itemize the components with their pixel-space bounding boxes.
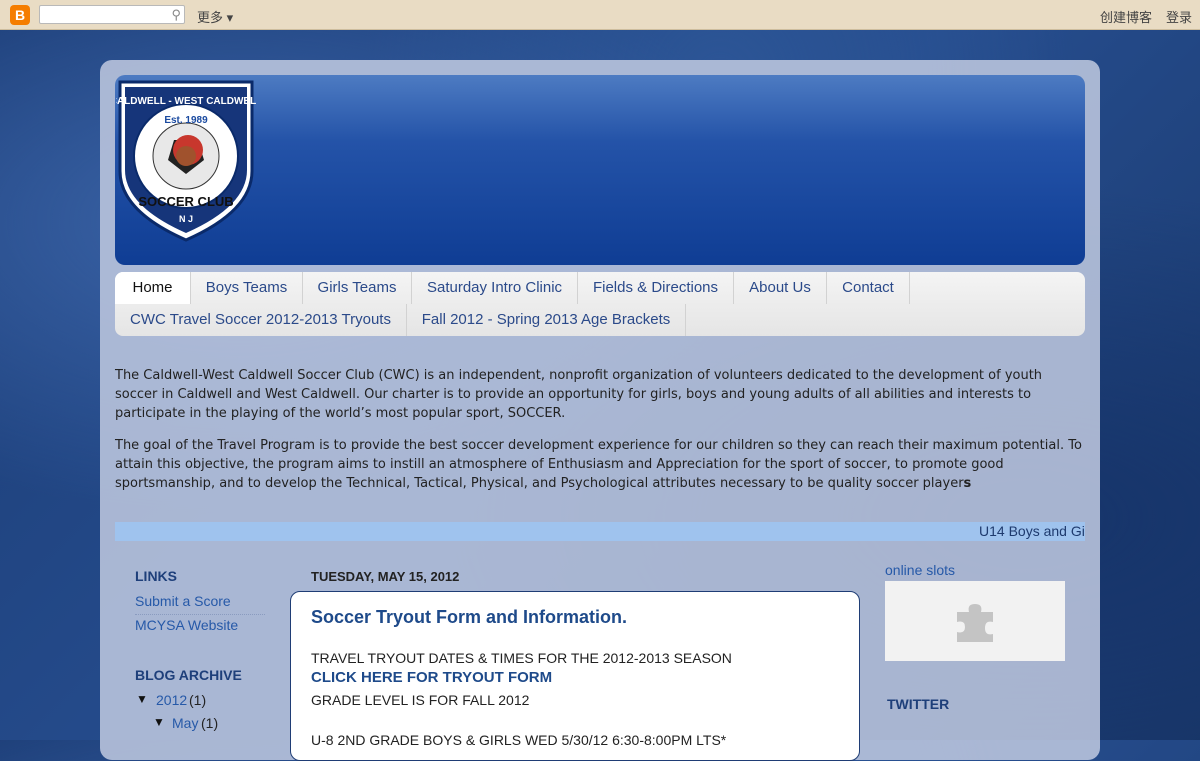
tab-about-us[interactable]: About Us xyxy=(734,272,827,304)
blog-archive-heading: BLOG ARCHIVE xyxy=(135,667,242,683)
post-line-grade-level: GRADE LEVEL IS FOR FALL 2012 xyxy=(311,692,530,708)
blog-header xyxy=(115,75,1085,265)
club-description: The Caldwell-West Caldwell Soccer Club (… xyxy=(115,366,1083,506)
archive-year-toggle-icon[interactable]: ▼ xyxy=(136,692,148,706)
link-submit-score[interactable]: Submit a Score xyxy=(135,593,231,609)
tryout-form-link[interactable]: CLICK HERE FOR TRYOUT FORM xyxy=(311,669,552,686)
post-line-u8: U-8 2ND GRADE BOYS & GIRLS WED 5/30/12 6… xyxy=(311,732,727,748)
post-title[interactable]: Soccer Tryout Form and Information. xyxy=(311,607,627,628)
crest-text-bottom: SOCCER CLUB xyxy=(138,194,233,209)
links-divider xyxy=(135,614,265,615)
archive-month-may[interactable]: May xyxy=(172,715,198,731)
crest-nj: N J xyxy=(179,214,193,224)
intro-paragraph-2: The goal of the Travel Program is to pro… xyxy=(115,436,1083,493)
tab-girls-teams[interactable]: Girls Teams xyxy=(303,272,412,304)
tab-saturday-intro-clinic[interactable]: Saturday Intro Clinic xyxy=(412,272,578,304)
online-slots-link[interactable]: online slots xyxy=(885,562,955,578)
tab-boys-teams[interactable]: Boys Teams xyxy=(191,272,303,304)
blogger-navbar: B ⚲ 更多 ▾ 创建博客 登录 xyxy=(0,0,1200,30)
intro-paragraph-2-bold: s xyxy=(963,476,972,491)
puzzle-piece-icon xyxy=(957,604,993,642)
crest-text-top: CALDWELL - WEST CALDWELL xyxy=(116,96,256,107)
tab-travel-tryouts[interactable]: CWC Travel Soccer 2012-2013 Tryouts xyxy=(115,304,407,336)
more-menu[interactable]: 更多 ▾ xyxy=(197,7,233,26)
tab-fields-directions[interactable]: Fields & Directions xyxy=(578,272,734,304)
archive-month-count: (1) xyxy=(201,715,219,731)
news-ticker[interactable]: U14 Boys and Gir xyxy=(115,522,1085,541)
crest-est: Est. 1989 xyxy=(164,115,208,126)
tab-age-brackets[interactable]: Fall 2012 - Spring 2013 Age Brackets xyxy=(407,304,686,336)
link-mcysa-website[interactable]: MCYSA Website xyxy=(135,617,238,633)
create-blog-link[interactable]: 创建博客 xyxy=(1100,7,1152,26)
page-tabs: Home Boys Teams Girls Teams Saturday Int… xyxy=(115,272,1085,336)
blogger-logo-icon[interactable]: B xyxy=(10,5,30,25)
club-crest-logo[interactable]: CALDWELL - WEST CALDWELL Est. 1989 SOCCE… xyxy=(116,76,256,242)
login-link[interactable]: 登录 xyxy=(1166,7,1192,26)
links-heading: LINKS xyxy=(135,568,177,584)
archive-year-2012[interactable]: 2012 xyxy=(156,692,187,708)
post-line-tryout-dates: TRAVEL TRYOUT DATES & TIMES FOR THE 2012… xyxy=(311,650,732,666)
tab-home[interactable]: Home xyxy=(115,272,191,304)
archive-year-count: (1) xyxy=(189,692,207,708)
twitter-heading: TWITTER xyxy=(887,696,950,712)
post-date-header: TUESDAY, MAY 15, 2012 xyxy=(311,569,460,584)
ticker-text[interactable]: U14 Boys and Gir xyxy=(979,523,1085,539)
intro-paragraph-2-text: The goal of the Travel Program is to pro… xyxy=(115,438,1082,491)
archive-month-toggle-icon[interactable]: ▼ xyxy=(153,715,165,729)
intro-paragraph-1: The Caldwell-West Caldwell Soccer Club (… xyxy=(115,368,1043,421)
search-icon[interactable]: ⚲ xyxy=(171,7,181,23)
tab-contact[interactable]: Contact xyxy=(827,272,910,304)
blog-search-input[interactable]: ⚲ xyxy=(39,5,185,24)
